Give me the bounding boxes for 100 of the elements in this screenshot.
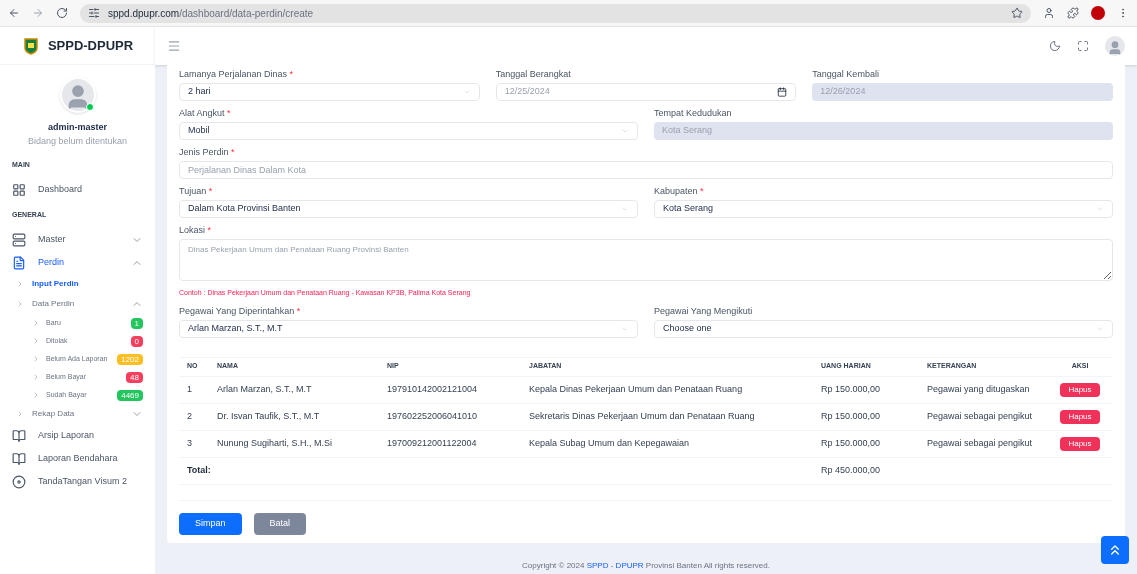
user-role: Bidang belum ditentukan	[27, 134, 128, 148]
table-cell-text: 3	[187, 436, 193, 450]
select-field[interactable]: Choose one	[654, 319, 1113, 338]
table-cell-text: Rp 150.000,00	[821, 409, 882, 423]
count-badge: 1	[130, 317, 143, 329]
bullet-icon	[32, 355, 40, 363]
count-badge: 0	[130, 335, 143, 347]
table-cell-text: Pegawai sebagai pengikut	[927, 436, 1034, 450]
textarea-field[interactable]: Dinas Pekerjaan Umum dan Penataan Ruang Provinsi Banten	[179, 239, 1113, 281]
table-cell-text: Dr. Isvan Taufik, S.T., M.T	[217, 409, 321, 423]
footer-link[interactable]: DPUPR	[615, 561, 644, 570]
field-label: Alat Angkut *	[179, 108, 232, 119]
field-label: Tempat Kedudukan	[654, 108, 733, 119]
bullet-icon	[32, 319, 40, 327]
readonly-field: Kota Serang	[654, 122, 1113, 140]
table-cell-text: Pegawai yang ditugaskan	[927, 382, 1031, 396]
select-field[interactable]: Mobil	[179, 122, 638, 140]
sidebar-item[interactable]: Master	[12, 228, 143, 251]
field-label: Lamanya Perjalanan Dinas *	[179, 69, 295, 80]
caret-icon	[462, 88, 471, 96]
field-label: Jenis Perdin *	[179, 147, 236, 158]
table-cell-text: 2	[187, 409, 193, 423]
bullet-icon	[16, 300, 24, 308]
menu-item-icon	[12, 474, 26, 489]
menu-item-icon	[12, 232, 26, 247]
sidebar-item[interactable]: Arsip Laporan	[12, 424, 143, 447]
submenu-item[interactable]: Data Perdin	[12, 294, 143, 314]
total-value: Rp 450.000,00	[821, 463, 882, 477]
total-label: Total:	[187, 463, 212, 477]
table-cell-text: Sekretaris Dinas Pekerjaan Umum dan Penataan Ruang	[529, 409, 756, 423]
site-info-icon	[88, 7, 100, 19]
footer-link[interactable]: SPPD	[586, 561, 609, 570]
account-icon[interactable]	[1043, 7, 1055, 19]
profile-avatar-icon[interactable]	[1091, 6, 1105, 20]
caret-icon	[621, 127, 629, 135]
save-button[interactable]: Simpan	[179, 512, 242, 535]
field-label: Lokasi *	[179, 225, 213, 236]
caret-icon	[1096, 205, 1104, 213]
table-cell-text: 197009212001122004	[387, 436, 478, 450]
caret-icon	[621, 205, 629, 213]
sidebar-item[interactable]: TandaTangan Visum 2	[12, 470, 143, 493]
app-title: SPPD-DPUPR	[47, 36, 134, 55]
table-cell-text: 197602252006041010	[387, 409, 479, 423]
field-label: Pegawai Yang Diperintahkan *	[179, 305, 302, 317]
delete-button[interactable]: Hapus	[1060, 409, 1100, 424]
menu-toggle-icon[interactable]	[167, 39, 181, 53]
select-field[interactable]: 2 hari	[179, 83, 480, 101]
table-cell-text: 197910142002121004	[387, 382, 479, 396]
table-cell-text: Rp 150.000,00	[821, 436, 882, 450]
person-silhouette-icon	[1107, 40, 1123, 56]
select-field[interactable]: Kota Serang	[654, 200, 1113, 218]
select-field[interactable]: Dalam Kota Provinsi Banten	[179, 200, 638, 218]
logo-icon	[21, 36, 40, 55]
user-avatar[interactable]	[1105, 36, 1125, 56]
bullet-icon	[16, 410, 24, 418]
extensions-icon[interactable]	[1067, 7, 1079, 19]
delete-button[interactable]: Hapus	[1060, 382, 1100, 397]
table-cell-text: Arlan Marzan, S.T., M.T	[217, 382, 313, 396]
table-cell-text: Nunung Sugiharti, S.H., M.Si	[217, 436, 334, 450]
sidebar-item[interactable]: Perdin	[12, 251, 143, 274]
table-cell-text: Kepala Dinas Pekerjaan Umum dan Penataan Ruang	[529, 382, 744, 396]
field-label: Pegawai Yang Mengikuti	[654, 305, 754, 317]
bullet-icon	[32, 391, 40, 399]
fullscreen-icon[interactable]	[1077, 40, 1089, 52]
table-cell-text: Kepala Subag Umum dan Kepegawaian	[529, 436, 691, 450]
table-cell-text: Pegawai sebagai pengikut	[927, 409, 1034, 423]
field-label: Kabupaten *	[654, 186, 705, 197]
table-cell-text: 1	[187, 382, 193, 396]
cancel-button[interactable]: Batal	[253, 512, 307, 535]
field-label: Tanggal Kembali	[812, 69, 880, 80]
readonly-field: 12/26/2024	[812, 83, 1113, 101]
menu-item-icon	[12, 183, 26, 197]
submenu-item[interactable]: Input Perdin	[12, 274, 143, 294]
bullet-icon	[32, 337, 40, 345]
copyright-text: Copyright © 2024 SPPD - DPUPR Provinsi Banten All rights reserved.	[521, 560, 771, 572]
delete-button[interactable]: Hapus	[1060, 436, 1100, 451]
date-field[interactable]: 12/25/2024	[495, 83, 797, 101]
field-label: Tujuan *	[179, 186, 214, 197]
reload-icon[interactable]	[56, 7, 68, 19]
dark-mode-icon[interactable]	[1049, 40, 1061, 52]
field-label: Tanggal Berangkat	[495, 69, 572, 80]
text-field[interactable]: Perjalanan Dinas Dalam Kota	[179, 161, 1113, 179]
sidebar-item[interactable]: Laporan Bendahara	[12, 447, 143, 470]
address-bar[interactable]: sppd.dpupr.com/dashboard/data-perdin/create	[80, 3, 1031, 23]
calendar-icon	[777, 87, 788, 97]
table-cell-text: Rp 150.000,00	[821, 382, 882, 396]
scroll-top-button[interactable]	[1101, 536, 1129, 564]
submenu-item[interactable]: Rekap Data	[12, 404, 143, 424]
sidebar-item[interactable]: Dashboard	[12, 178, 143, 202]
bookmark-star-icon	[1011, 7, 1023, 19]
count-badge: 4469	[117, 389, 143, 401]
select-field[interactable]: Arlan Marzan, S.T., M.T	[179, 319, 638, 338]
menu-item-icon	[12, 428, 26, 443]
count-badge: 1202	[117, 353, 143, 365]
bullet-icon	[32, 373, 40, 381]
user-name: admin-master	[48, 121, 107, 134]
back-icon[interactable]	[8, 7, 20, 19]
menu-item-icon	[12, 451, 26, 466]
menu-item-icon	[12, 255, 26, 270]
count-badge: 48	[126, 371, 143, 383]
